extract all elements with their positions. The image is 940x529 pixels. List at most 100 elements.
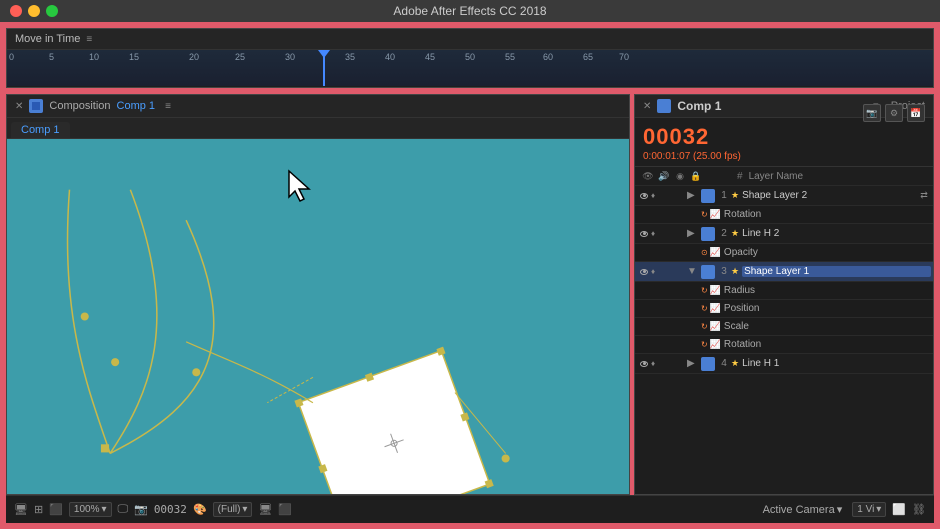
solo-column-icon[interactable]: ◉ xyxy=(673,169,687,183)
timeline-ruler[interactable]: 0 5 10 15 20 25 30 35 40 45 50 55 60 65 … xyxy=(7,50,933,86)
settings-icon[interactable]: ⚙ xyxy=(885,104,903,122)
layer-2-opacity-graph-icon: 📈 xyxy=(710,247,721,258)
mask-icon[interactable]: ⬛ xyxy=(49,503,63,516)
ruler-mark-5: 5 xyxy=(49,52,54,62)
layer-2-opacity-name: Opacity xyxy=(724,247,931,258)
camera-dropdown[interactable]: Active Camera ▾ xyxy=(763,503,843,516)
fullscreen-button[interactable] xyxy=(46,5,58,17)
comp-tab-bar: Comp 1 xyxy=(7,118,629,139)
eye-column-icon[interactable]: 👁 xyxy=(641,169,655,183)
layer-3-rotation2-graph-icon: 📈 xyxy=(710,339,721,350)
layer-2-audio[interactable]: ♦ xyxy=(651,229,663,238)
layer-row-2[interactable]: ♦ ▶ 2 ★ Line H 2 xyxy=(635,224,933,244)
preview-icon[interactable]: 🖥 xyxy=(14,503,28,516)
lock-column-icon[interactable]: 🔒 xyxy=(689,169,703,183)
layer-3-expand[interactable]: ▼ xyxy=(687,266,699,277)
layer-4-color xyxy=(701,357,715,371)
title-bar: Adobe After Effects CC 2018 xyxy=(0,0,940,22)
ruler-mark-25: 25 xyxy=(235,52,245,62)
status-timecode: 00032 xyxy=(154,503,187,516)
ruler-mark-55: 55 xyxy=(505,52,515,62)
timeline-menu-icon[interactable]: ≡ xyxy=(86,34,92,45)
camera-snap-icon[interactable]: 📷 xyxy=(134,503,148,516)
calendar-icon[interactable]: 📅 xyxy=(907,104,925,122)
layer-4-expand[interactable]: ▶ xyxy=(687,358,699,369)
comp-tab[interactable]: Comp 1 xyxy=(11,122,70,138)
ruler-mark-20: 20 xyxy=(189,52,199,62)
ruler-mark-50: 50 xyxy=(465,52,475,62)
close-button[interactable] xyxy=(10,5,22,17)
layer-2-expand[interactable]: ▶ xyxy=(687,228,699,239)
quality-dropdown[interactable]: (Full) ▾ xyxy=(213,502,253,517)
layer-2-opacity-icon: ⊙ xyxy=(701,248,708,257)
screen-icon[interactable]: 🖵 xyxy=(118,503,129,516)
layer-row-3[interactable]: ♦ ▼ 3 ★ Shape Layer 1 xyxy=(635,262,933,282)
layer-3-position-icon: ↻ xyxy=(701,304,708,313)
layer-2-opacity-prop[interactable]: ⊙ 📈 Opacity xyxy=(635,244,933,262)
layer-3-radius-prop[interactable]: ↻ 📈 Radius xyxy=(635,282,933,300)
layer-4-visibility[interactable] xyxy=(637,357,651,371)
layer-3-rotation2-icon: ↻ xyxy=(701,340,708,349)
layer-2-star: ★ xyxy=(731,228,739,239)
layer-4-star: ★ xyxy=(731,358,739,369)
ruler-mark-10: 10 xyxy=(89,52,99,62)
zoom-value: 100% xyxy=(74,504,100,515)
layers-panel: ✕ Comp 1 ≡ Project 00032 📷 ⚙ 📅 0:00:01:0… xyxy=(634,94,934,495)
layer-1-audio[interactable]: ♦ xyxy=(651,191,663,200)
color-icon[interactable]: 🎨 xyxy=(193,503,207,516)
playhead[interactable] xyxy=(323,50,325,86)
layer-3-scale-graph-icon: 📈 xyxy=(710,321,721,332)
layer-row-1[interactable]: ♦ ▶ 1 ★ Shape Layer 2 ⇄ xyxy=(635,186,933,206)
layer-1-visibility[interactable] xyxy=(637,189,651,203)
zoom-chevron-icon: ▾ xyxy=(101,504,106,515)
timecode-display: 00032 xyxy=(643,124,709,149)
layer-3-radius-graph-icon: 📈 xyxy=(710,285,721,296)
view-value: 1 Vi xyxy=(857,504,874,515)
layers-panel-close-icon[interactable]: ✕ xyxy=(643,101,651,112)
comp-icon xyxy=(29,99,43,113)
comp-panel-menu-icon[interactable]: ≡ xyxy=(165,101,171,112)
ruler-mark-45: 45 xyxy=(425,52,435,62)
render-icon[interactable]: 🖥 xyxy=(258,503,272,516)
comp-viewport[interactable] xyxy=(7,139,629,494)
layer-3-rotation2-name: Rotation xyxy=(724,339,931,350)
minimize-button[interactable] xyxy=(28,5,40,17)
layer-row-4[interactable]: ♦ ▶ 4 ★ Line H 1 xyxy=(635,354,933,374)
layer-3-audio[interactable]: ♦ xyxy=(651,267,663,276)
layer-3-scale-prop[interactable]: ↻ 📈 Scale xyxy=(635,318,933,336)
comp-panel-close-icon[interactable]: ✕ xyxy=(15,101,23,112)
time-icons: 📷 ⚙ 📅 xyxy=(863,104,925,122)
layer-1-expand[interactable]: ▶ xyxy=(687,190,699,201)
audio-column-icon[interactable]: 🔊 xyxy=(657,169,671,183)
layer-3-rotation-prop[interactable]: ↻ 📈 Rotation xyxy=(635,336,933,354)
layer-3-visibility[interactable] xyxy=(637,265,651,279)
ruler-track: 0 5 10 15 20 25 30 35 40 45 50 55 60 65 … xyxy=(7,50,933,86)
layer-2-visibility[interactable] xyxy=(637,227,651,241)
ruler-mark-35: 35 xyxy=(345,52,355,62)
grid-icon[interactable]: ⊞ xyxy=(34,503,43,516)
link-icon[interactable]: ⛓ xyxy=(912,503,926,516)
app-title: Adobe After Effects CC 2018 xyxy=(393,4,546,18)
channel-icon[interactable]: ⬛ xyxy=(278,503,292,516)
layer-1-rotation-prop[interactable]: ↻ 📈 Rotation xyxy=(635,206,933,224)
layer-1-rotation-name: Rotation xyxy=(724,209,931,220)
layer-4-audio[interactable]: ♦ xyxy=(651,359,663,368)
timeline-panel: Move in Time ≡ 0 5 10 15 20 25 30 35 40 … xyxy=(6,28,934,88)
zoom-dropdown[interactable]: 100% ▾ xyxy=(69,502,112,517)
layer-3-name: Shape Layer 1 xyxy=(742,266,931,277)
layers-comp-icon xyxy=(657,99,671,113)
comp-panel-header: ✕ Composition Comp 1 ≡ xyxy=(7,95,629,118)
layer-3-radius-name: Radius xyxy=(724,285,931,296)
ruler-mark-15: 15 xyxy=(129,52,139,62)
layer-3-radius-icon: ↻ xyxy=(701,286,708,295)
view-dropdown[interactable]: 1 Vi ▾ xyxy=(852,502,886,517)
layer-3-position-prop[interactable]: ↻ 📈 Position xyxy=(635,300,933,318)
layer-2-color xyxy=(701,227,715,241)
layer-2-num: 2 xyxy=(717,228,731,239)
quality-value: (Full) xyxy=(218,504,241,515)
timeline-header: Move in Time ≡ xyxy=(7,29,933,50)
flow-icon[interactable]: ⬜ xyxy=(892,503,906,516)
snapshot-icon[interactable]: 📷 xyxy=(863,104,881,122)
layer-name-col-header: Layer Name xyxy=(745,171,911,182)
layer-1-star: ★ xyxy=(731,190,739,201)
